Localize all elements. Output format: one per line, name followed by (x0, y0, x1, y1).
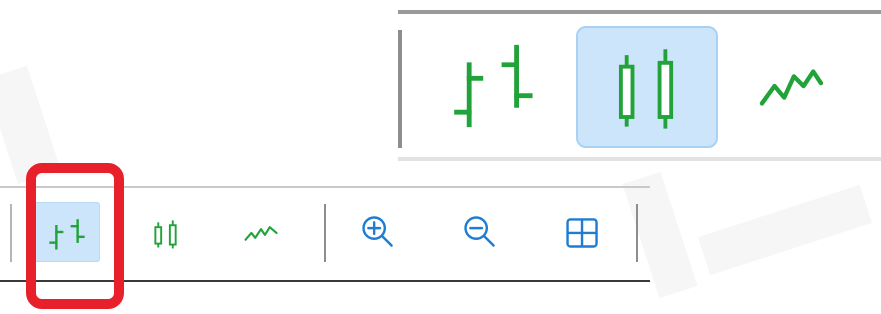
toolbar-separator (636, 204, 638, 262)
zoom-out-button[interactable] (448, 202, 514, 262)
candlestick-chart-icon (154, 220, 177, 249)
bar-chart-icon (454, 44, 533, 128)
zoom-out-icon (464, 216, 495, 247)
grid-button[interactable] (550, 202, 616, 262)
highlight-annotation (26, 163, 124, 309)
inset-separator (398, 30, 402, 148)
inset-border-top (398, 10, 881, 14)
zoom-in-icon (362, 216, 393, 247)
screenshot-canvas (0, 0, 881, 314)
zoomed-inset (398, 0, 881, 164)
inset-border-bottom (398, 157, 881, 161)
inset-candlestick-chart-button[interactable] (576, 26, 718, 148)
toolbar-separator (324, 204, 326, 262)
inset-line-chart-button[interactable] (719, 26, 861, 148)
line-chart-button[interactable] (229, 202, 295, 262)
grid-icon (566, 218, 598, 248)
line-chart-icon (244, 226, 278, 241)
watermark-shape (697, 184, 873, 276)
zoom-in-button[interactable] (346, 202, 412, 262)
line-chart-icon (759, 69, 824, 106)
candlestick-chart-icon (618, 49, 674, 129)
toolbar-grip[interactable] (10, 204, 12, 262)
inset-bar-chart-button[interactable] (433, 26, 575, 148)
candlestick-chart-button[interactable] (133, 202, 199, 262)
